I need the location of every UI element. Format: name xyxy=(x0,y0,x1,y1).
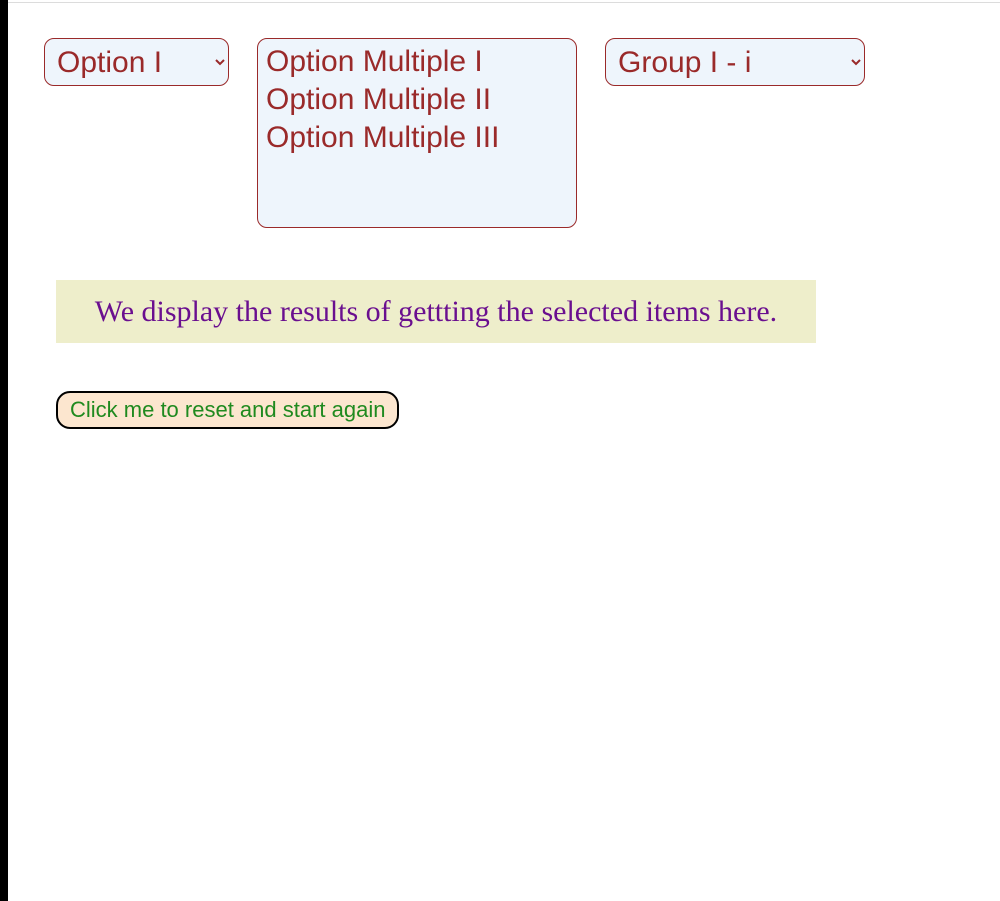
multiple-select-option[interactable]: Option Multiple I xyxy=(266,43,568,81)
main-content: Option I Option Multiple I Option Multip… xyxy=(44,38,980,429)
top-divider xyxy=(8,2,1000,3)
grouped-select[interactable]: Group I - i xyxy=(605,38,865,86)
reset-button[interactable]: Click me to reset and start again xyxy=(56,391,399,429)
left-sidebar-strip xyxy=(0,0,8,901)
single-select[interactable]: Option I xyxy=(44,38,229,86)
multiple-select-option[interactable]: Option Multiple II xyxy=(266,81,568,119)
multiple-select-option[interactable]: Option Multiple III xyxy=(266,119,568,157)
selects-row: Option I Option Multiple I Option Multip… xyxy=(44,38,980,228)
results-display: We display the results of gettting the s… xyxy=(56,280,816,343)
multiple-select[interactable]: Option Multiple I Option Multiple II Opt… xyxy=(257,38,577,228)
